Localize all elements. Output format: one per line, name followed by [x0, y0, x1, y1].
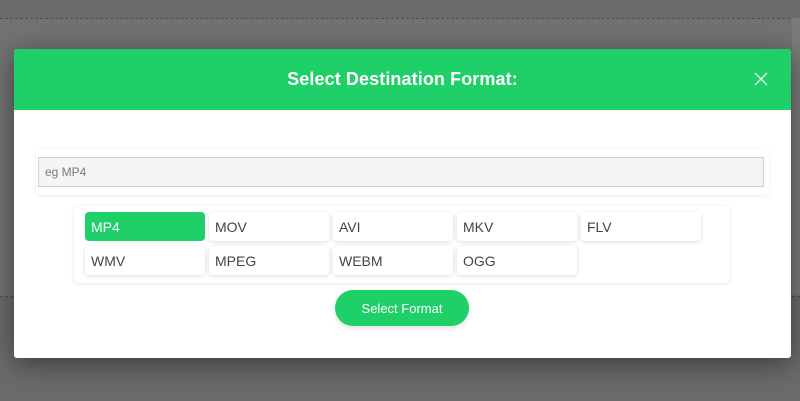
- format-search-input[interactable]: [38, 157, 764, 187]
- modal-title: Select Destination Format:: [287, 69, 518, 89]
- format-option-avi[interactable]: AVI: [333, 212, 453, 241]
- formats-panel: MP4 MOV AVI MKV FLV WMV MPEG WEBM OGG: [74, 206, 730, 283]
- format-option-flv[interactable]: FLV: [581, 212, 701, 241]
- background-scrollbar: [792, 18, 800, 295]
- close-icon[interactable]: [753, 71, 769, 87]
- modal-header: Select Destination Format:: [14, 49, 791, 110]
- format-option-mov[interactable]: MOV: [209, 212, 329, 241]
- format-option-webm[interactable]: WEBM: [333, 246, 453, 275]
- format-option-mkv[interactable]: MKV: [457, 212, 577, 241]
- format-grid: MP4 MOV AVI MKV FLV WMV MPEG WEBM OGG: [85, 212, 701, 275]
- format-option-mp4[interactable]: MP4: [85, 212, 205, 241]
- search-container: [36, 149, 769, 195]
- format-option-mpeg[interactable]: MPEG: [209, 246, 329, 275]
- format-modal: Select Destination Format: MP4 MOV AVI M…: [14, 49, 791, 358]
- select-format-button[interactable]: Select Format: [335, 290, 469, 326]
- format-option-wmv[interactable]: WMV: [85, 246, 205, 275]
- format-option-ogg[interactable]: OGG: [457, 246, 577, 275]
